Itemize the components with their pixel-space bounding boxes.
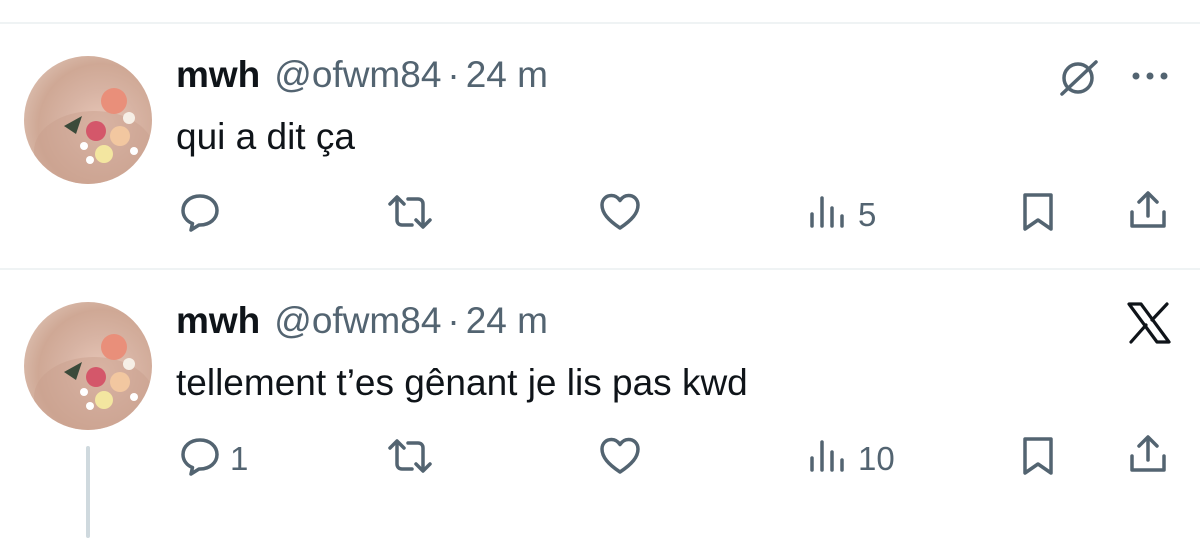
repost-button[interactable] <box>386 190 434 239</box>
separator-dot: · <box>447 54 460 95</box>
username[interactable]: @ofwm84 <box>274 54 441 96</box>
views-count: 10 <box>858 439 895 477</box>
views-button[interactable]: 5 <box>806 190 876 239</box>
timestamp[interactable]: 24 m <box>466 300 548 342</box>
reply-count: 1 <box>230 439 249 477</box>
tweet-header: mwh @ofwm84 · 24 m <box>176 54 548 98</box>
avatar[interactable] <box>24 56 152 184</box>
repost-button[interactable] <box>386 434 434 483</box>
bookmark-button[interactable] <box>1018 190 1058 239</box>
bookmark-icon <box>1018 190 1058 239</box>
reply-icon <box>178 434 222 483</box>
separator-dot: · <box>447 300 460 341</box>
grok-icon[interactable] <box>1056 56 1100 105</box>
more-icon[interactable] <box>1128 66 1172 91</box>
username[interactable]: @ofwm84 <box>274 300 441 342</box>
tweet-text: qui a dit ça <box>176 116 355 157</box>
display-name[interactable]: mwh <box>176 300 260 342</box>
repost-icon <box>386 190 434 239</box>
reply-button[interactable]: 1 <box>178 434 248 483</box>
display-name[interactable]: mwh <box>176 54 260 96</box>
tweet-header: mwh @ofwm84 · 24 m <box>176 300 548 344</box>
analytics-icon <box>806 434 850 483</box>
share-button[interactable] <box>1126 188 1170 237</box>
reply-button[interactable] <box>178 190 230 239</box>
share-icon <box>1126 432 1170 481</box>
repost-icon <box>386 434 434 483</box>
tweet-divider <box>0 268 1200 270</box>
like-button[interactable] <box>598 190 642 239</box>
bookmark-icon <box>1018 434 1058 483</box>
x-logo-icon[interactable] <box>1126 302 1172 349</box>
views-count: 5 <box>858 195 877 233</box>
tweet-text: tellement t’es gênant je lis pas kwd <box>176 362 748 403</box>
views-button[interactable]: 10 <box>806 434 895 483</box>
timestamp[interactable]: 24 m <box>466 54 548 96</box>
share-button[interactable] <box>1126 432 1170 481</box>
like-button[interactable] <box>598 434 642 483</box>
share-icon <box>1126 188 1170 237</box>
heart-icon <box>598 434 642 483</box>
thread-line <box>86 446 90 538</box>
heart-icon <box>598 190 642 239</box>
bookmark-button[interactable] <box>1018 434 1058 483</box>
analytics-icon <box>806 190 850 239</box>
avatar[interactable] <box>24 302 152 430</box>
reply-icon <box>178 190 222 239</box>
top-divider <box>0 22 1200 24</box>
